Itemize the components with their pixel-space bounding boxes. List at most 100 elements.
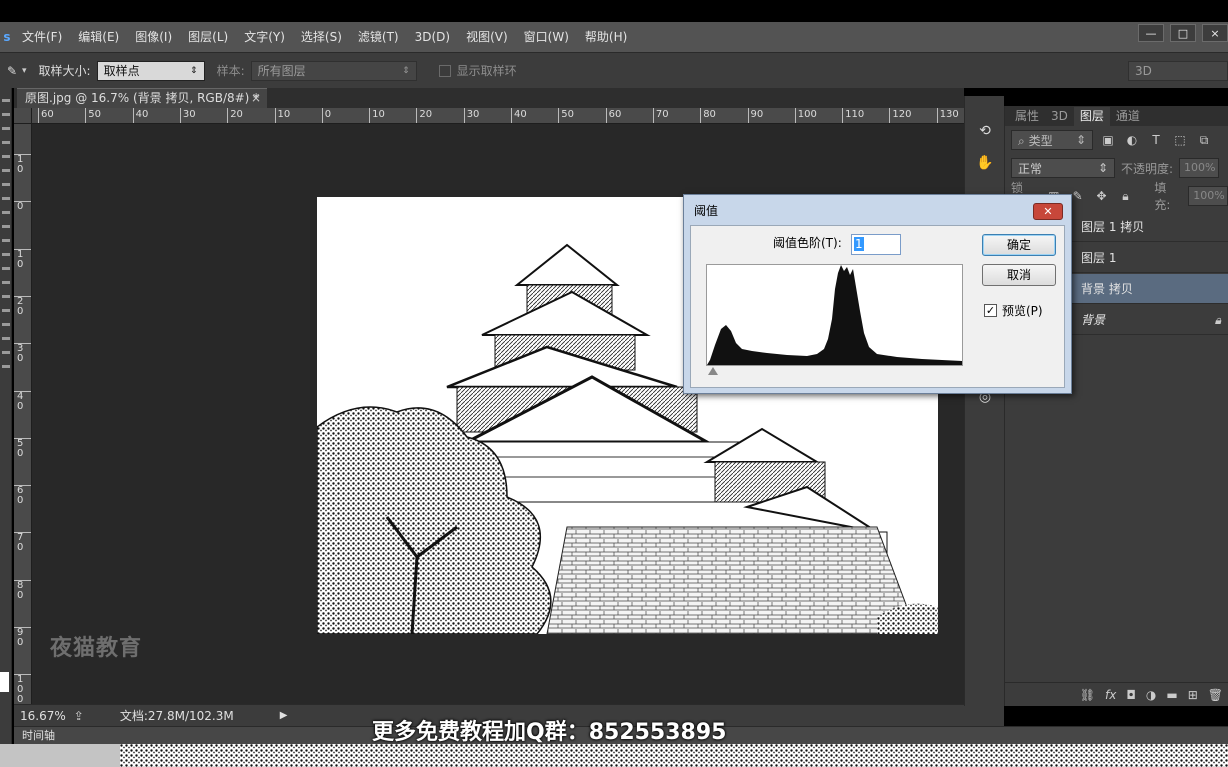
- layer-filter-row: ⌕ 类型 ⇕ ▣ ◐ T ⬚ ⧉: [1005, 126, 1228, 154]
- status-menu-arrow-icon[interactable]: ▶: [280, 710, 288, 721]
- tool-quick-select-icon[interactable]: [2, 141, 10, 144]
- tab-layers[interactable]: 图层: [1073, 107, 1110, 126]
- history-panel-icon[interactable]: ⟲: [967, 116, 1003, 146]
- ruler-origin[interactable]: [14, 108, 32, 124]
- tool-stamp-icon[interactable]: [2, 211, 10, 214]
- menu-select[interactable]: 选择(S): [293, 22, 350, 52]
- tool-brush-icon[interactable]: [2, 197, 10, 200]
- ok-button[interactable]: 确定: [982, 234, 1056, 256]
- blend-mode-value: 正常: [1018, 161, 1043, 176]
- type-filter-icon[interactable]: T: [1147, 133, 1165, 147]
- vertical-ruler[interactable]: 1 0 0 1 0 2 0 3 0 4 0 5 0 6 0 7 0 8 0 9 0 1 0 0: [14, 124, 32, 704]
- tool-zoom-icon[interactable]: [2, 365, 10, 368]
- adjustment-filter-icon[interactable]: ◐: [1123, 133, 1141, 147]
- workspace-select[interactable]: 3D: [1128, 60, 1228, 81]
- updown-icon: ⇕: [402, 65, 410, 76]
- menu-view[interactable]: 视图(V): [458, 22, 516, 52]
- layer-name: 背景: [1081, 313, 1106, 327]
- menu-window[interactable]: 窗口(W): [516, 22, 577, 52]
- menu-layer[interactable]: 图层(L): [180, 22, 236, 52]
- new-adjustment-layer-icon[interactable]: ◑: [1146, 688, 1156, 702]
- opacity-field[interactable]: 100%: [1179, 158, 1220, 178]
- layer-filter-select[interactable]: ⌕ 类型 ⇕: [1011, 130, 1093, 150]
- histogram: [706, 264, 963, 366]
- layer-style-fx-icon[interactable]: fx: [1105, 688, 1116, 702]
- menu-help[interactable]: 帮助(H): [577, 22, 635, 52]
- ruler-h-tick: 30: [463, 108, 479, 123]
- horizontal-ruler[interactable]: 60 50 40 30 20 10 0 10 20 30 40 50 60 70 80 90 100 110 120…: [32, 108, 964, 124]
- tool-marquee-icon[interactable]: [2, 113, 10, 116]
- add-mask-icon[interactable]: ◘: [1126, 688, 1136, 702]
- shape-filter-icon[interactable]: ⬚: [1171, 133, 1189, 147]
- ruler-h-tick: 50: [558, 108, 574, 123]
- tool-crop-icon[interactable]: [2, 155, 10, 158]
- tool-blur-icon[interactable]: [2, 267, 10, 270]
- menu-filter[interactable]: 滤镜(T): [350, 22, 407, 52]
- threshold-slider-handle[interactable]: [708, 367, 718, 375]
- share-icon[interactable]: ⇪: [74, 709, 84, 723]
- show-sampling-ring-checkbox[interactable]: [438, 64, 451, 77]
- preview-checkbox[interactable]: ✓: [984, 304, 997, 317]
- close-window-button[interactable]: ×: [1202, 24, 1228, 42]
- tab-channels[interactable]: 通道: [1110, 107, 1146, 126]
- menu-type[interactable]: 文字(Y): [236, 22, 293, 52]
- link-layers-icon[interactable]: ⛓: [1080, 688, 1095, 702]
- new-layer-icon[interactable]: ⊞: [1188, 688, 1198, 702]
- delete-layer-icon[interactable]: 🗑︎: [1208, 688, 1223, 702]
- updown-icon: ⇕: [1075, 133, 1086, 147]
- threshold-level-label: 阈值色阶(T):: [773, 236, 842, 250]
- ruler-v-tick: 5 0: [14, 437, 31, 459]
- ruler-v-tick: 4 0: [14, 390, 31, 412]
- eyedropper-icon[interactable]: ✎: [2, 64, 22, 78]
- menu-image[interactable]: 图像(I): [127, 22, 180, 52]
- brush-panel-icon[interactable]: ✋: [967, 148, 1003, 178]
- collapsed-panel-dock: ⟲ ✋ ◎: [964, 96, 1004, 706]
- tool-gradient-icon[interactable]: [2, 253, 10, 256]
- new-group-icon[interactable]: ▬: [1166, 688, 1177, 702]
- cancel-button[interactable]: 取消: [982, 264, 1056, 286]
- minimize-button[interactable]: —: [1138, 24, 1164, 42]
- panel-tabs: 属性 3D 图层 通道: [1005, 106, 1228, 126]
- tool-type-icon[interactable]: [2, 309, 10, 312]
- dialog-body: 阈值色阶(T): 1 确定 取消 ✓ 预览(P): [690, 225, 1065, 388]
- pixel-filter-icon[interactable]: ▣: [1099, 133, 1117, 147]
- preview-toggle[interactable]: ✓ 预览(P): [984, 302, 1043, 319]
- close-icon[interactable]: ✕: [1033, 203, 1063, 220]
- tool-eyedropper-icon[interactable]: [2, 169, 10, 172]
- document-tab[interactable]: 原图.jpg @ 16.7% (背景 拷贝, RGB/8#) * ×: [17, 88, 267, 108]
- dialog-title: 阈值: [694, 204, 719, 218]
- tab-properties[interactable]: 属性: [1009, 107, 1045, 126]
- ruler-h-tick: 70: [652, 108, 669, 123]
- fill-label: 填充:: [1154, 181, 1171, 212]
- zoom-level[interactable]: 16.67%: [20, 709, 66, 723]
- close-tab-icon[interactable]: ×: [251, 89, 261, 108]
- threshold-level-input[interactable]: 1: [851, 234, 901, 255]
- maximize-button[interactable]: □: [1170, 24, 1196, 42]
- sample-label: 样本:: [216, 64, 245, 78]
- fill-field[interactable]: 100%: [1188, 186, 1228, 206]
- show-sampling-ring-label: 显示取样环: [456, 64, 517, 78]
- menu-edit[interactable]: 编辑(E): [70, 22, 127, 52]
- tool-hand-icon[interactable]: [2, 351, 10, 354]
- tool-move-icon[interactable]: [2, 99, 10, 102]
- tool-history-brush-icon[interactable]: [2, 225, 10, 228]
- sample-size-select[interactable]: 取样点 ⇕: [96, 60, 205, 81]
- menu-file[interactable]: 文件(F): [14, 22, 70, 52]
- sample-layers-select[interactable]: 所有图层 ⇕: [250, 60, 417, 81]
- tool-preset-chevron-down-icon[interactable]: ▾: [22, 66, 27, 76]
- tool-healing-icon[interactable]: [2, 183, 10, 186]
- lock-position-icon[interactable]: ✥: [1093, 189, 1111, 203]
- foreground-color-swatch[interactable]: [0, 672, 9, 692]
- tool-path-select-icon[interactable]: [2, 323, 10, 326]
- tool-dodge-icon[interactable]: [2, 281, 10, 284]
- tool-shape-icon[interactable]: [2, 337, 10, 340]
- lock-all-icon[interactable]: 🔒︎: [1116, 189, 1134, 204]
- tool-pen-icon[interactable]: [2, 295, 10, 298]
- tool-eraser-icon[interactable]: [2, 239, 10, 242]
- blend-mode-select[interactable]: 正常 ⇕: [1011, 158, 1115, 178]
- smart-object-filter-icon[interactable]: ⧉: [1195, 133, 1213, 148]
- tool-lasso-icon[interactable]: [2, 127, 10, 130]
- tab-3d[interactable]: 3D: [1045, 107, 1074, 126]
- menu-3d[interactable]: 3D(D): [407, 22, 458, 52]
- blend-row: 正常 ⇕ 不透明度: 100%: [1005, 154, 1228, 182]
